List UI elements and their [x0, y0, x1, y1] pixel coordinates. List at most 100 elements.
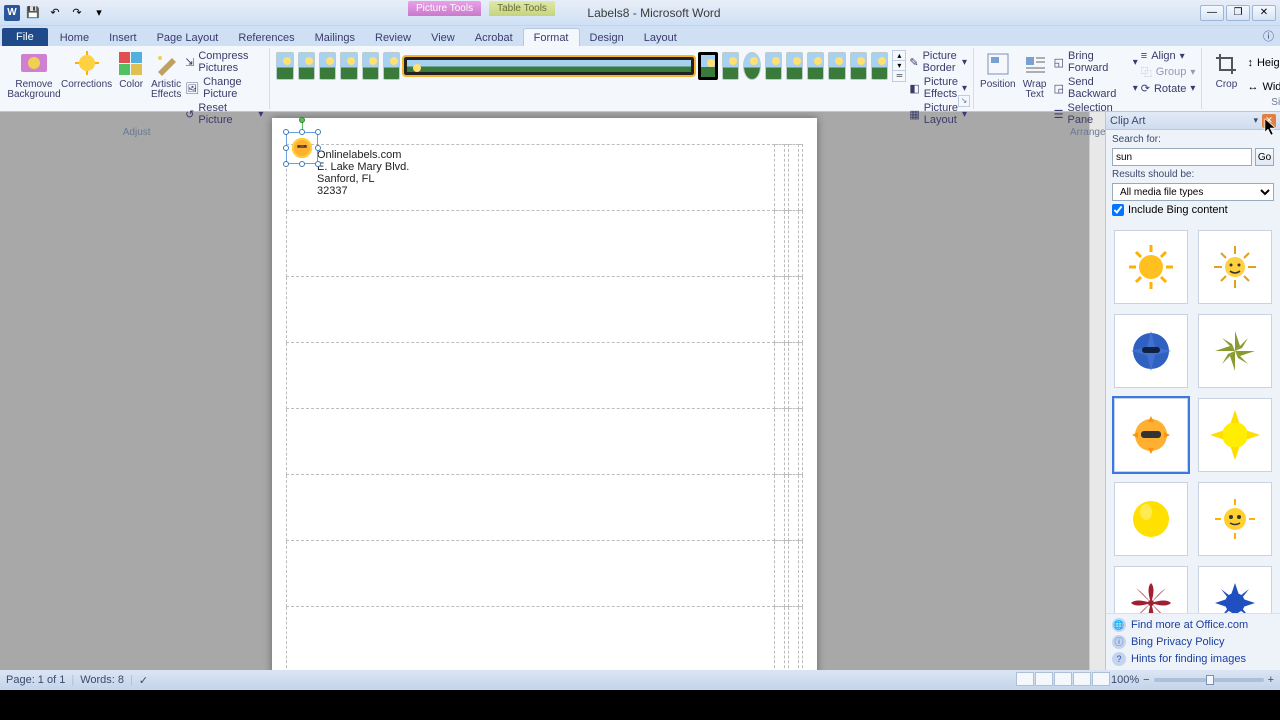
tab-references[interactable]: References — [228, 29, 304, 46]
resize-handle-br[interactable] — [315, 161, 321, 167]
picture-style-12[interactable] — [786, 52, 803, 80]
clipart-result-8[interactable] — [1198, 482, 1272, 556]
clipart-result-9[interactable] — [1114, 566, 1188, 613]
clipart-result-3[interactable] — [1114, 314, 1188, 388]
document-area[interactable]: Onlinelabels.com E. Lake Mary Blvd. Sanf… — [0, 112, 1089, 670]
resize-handle-mr[interactable] — [315, 145, 321, 151]
zoom-out-button[interactable]: − — [1143, 674, 1149, 686]
picture-style-4[interactable] — [340, 52, 357, 80]
color-button[interactable]: Color — [115, 50, 147, 90]
picture-style-16[interactable] — [871, 52, 888, 80]
picture-style-14[interactable] — [828, 52, 845, 80]
picture-style-6[interactable] — [383, 52, 400, 80]
group-button[interactable]: ⿻Group▾ — [1141, 64, 1196, 80]
corrections-button[interactable]: Corrections — [61, 50, 112, 90]
selected-clipart[interactable] — [289, 135, 315, 161]
document-scrollbar[interactable] — [1089, 112, 1105, 670]
status-page[interactable]: Page: 1 of 1 — [6, 674, 65, 686]
zoom-level[interactable]: 100% — [1111, 674, 1139, 686]
crop-button[interactable]: Crop — [1208, 50, 1244, 90]
align-button[interactable]: ≡Align▾ — [1141, 50, 1196, 62]
picture-style-3[interactable] — [319, 52, 336, 80]
artistic-effects-button[interactable]: Artistic Effects — [150, 50, 182, 100]
label-cell-1[interactable]: Onlinelabels.com E. Lake Mary Blvd. Sanf… — [287, 145, 774, 201]
hints-link[interactable]: ?Hints for finding images — [1112, 652, 1274, 666]
change-picture-button[interactable]: 🖼Change Picture — [185, 76, 263, 100]
tab-review[interactable]: Review — [365, 29, 421, 46]
picture-style-15[interactable] — [850, 52, 867, 80]
clipart-result-1[interactable] — [1114, 230, 1188, 304]
tab-home[interactable]: Home — [50, 29, 99, 46]
view-fullscreen[interactable] — [1035, 672, 1053, 686]
tab-file[interactable]: File — [2, 28, 48, 46]
clipart-result-10[interactable] — [1198, 566, 1272, 613]
picture-styles-launcher[interactable]: ↘ — [958, 95, 970, 107]
gallery-scroll-up[interactable]: ▴ — [893, 51, 905, 61]
resize-handle-bl[interactable] — [283, 161, 289, 167]
wrap-text-button[interactable]: Wrap Text — [1019, 50, 1051, 100]
tab-format[interactable]: Format — [523, 28, 580, 46]
clipart-result-4[interactable] — [1198, 314, 1272, 388]
bring-forward-button[interactable]: ◱Bring Forward▾ — [1054, 50, 1138, 74]
results-type-select[interactable]: All media file types — [1112, 183, 1274, 201]
status-proof[interactable]: ✓ — [139, 674, 148, 687]
zoom-slider[interactable] — [1154, 678, 1264, 682]
tab-page-layout[interactable]: Page Layout — [147, 29, 229, 46]
close-button[interactable]: ✕ — [1252, 5, 1276, 21]
find-more-link[interactable]: 🌐Find more at Office.com — [1112, 618, 1274, 632]
restore-button[interactable]: ❐ — [1226, 5, 1250, 21]
position-button[interactable]: Position — [980, 50, 1016, 90]
view-draft[interactable] — [1092, 672, 1110, 686]
tab-layout[interactable]: Layout — [634, 29, 687, 46]
qat-customize[interactable]: ▾ — [90, 4, 108, 22]
document-page[interactable]: Onlinelabels.com E. Lake Mary Blvd. Sanf… — [272, 118, 817, 670]
view-print-layout[interactable] — [1016, 672, 1034, 686]
picture-styles-gallery[interactable]: ▴ ▾ ═ — [276, 50, 906, 82]
resize-handle-ml[interactable] — [283, 145, 289, 151]
picture-style-5[interactable] — [362, 52, 379, 80]
include-bing-checkbox[interactable] — [1112, 204, 1124, 216]
picture-style-2[interactable] — [298, 52, 315, 80]
clipart-result-7[interactable] — [1114, 482, 1188, 556]
tab-acrobat[interactable]: Acrobat — [465, 29, 523, 46]
gallery-more[interactable]: ═ — [893, 71, 905, 81]
tab-mailings[interactable]: Mailings — [305, 29, 365, 46]
clipart-result-6[interactable] — [1198, 398, 1272, 472]
picture-style-10[interactable] — [743, 52, 760, 80]
clipart-search-input[interactable] — [1112, 148, 1252, 166]
rotate-handle[interactable] — [299, 117, 305, 123]
zoom-in-button[interactable]: + — [1268, 674, 1274, 686]
picture-style-13[interactable] — [807, 52, 824, 80]
clipart-result-2[interactable] — [1198, 230, 1272, 304]
picture-style-8[interactable] — [698, 52, 718, 80]
tab-design[interactable]: Design — [580, 29, 634, 46]
clipart-results[interactable] — [1108, 224, 1278, 613]
minimize-button[interactable]: — — [1200, 5, 1224, 21]
privacy-link[interactable]: ⓘBing Privacy Policy — [1112, 635, 1274, 649]
tab-insert[interactable]: Insert — [99, 29, 147, 46]
picture-style-7[interactable] — [404, 57, 694, 75]
view-web[interactable] — [1054, 672, 1072, 686]
resize-handle-tr[interactable] — [315, 129, 321, 135]
picture-style-11[interactable] — [765, 52, 782, 80]
rotate-button[interactable]: ⟳Rotate▾ — [1141, 82, 1196, 95]
picture-style-1[interactable] — [276, 52, 293, 80]
gallery-scroll-down[interactable]: ▾ — [893, 61, 905, 71]
pane-menu[interactable]: ▾ — [1253, 115, 1258, 126]
status-words[interactable]: Words: 8 — [80, 674, 124, 686]
resize-handle-tc[interactable] — [299, 129, 305, 135]
remove-background-button[interactable]: Remove Background — [10, 50, 58, 100]
redo-button[interactable]: ↷ — [68, 4, 86, 22]
resize-handle-tl[interactable] — [283, 129, 289, 135]
send-backward-button[interactable]: ◲Send Backward▾ — [1054, 76, 1138, 100]
picture-style-9[interactable] — [722, 52, 739, 80]
tab-view[interactable]: View — [421, 29, 465, 46]
undo-button[interactable]: ↶ — [46, 4, 64, 22]
view-outline[interactable] — [1073, 672, 1091, 686]
picture-border-button[interactable]: ✎Picture Border▾ — [909, 50, 967, 74]
save-button[interactable]: 💾 — [24, 4, 42, 22]
help-button[interactable]: ⓘ — [1257, 26, 1280, 46]
compress-pictures-button[interactable]: ⇲Compress Pictures — [185, 50, 263, 74]
clipart-go-button[interactable]: Go — [1255, 148, 1274, 166]
clipart-result-5[interactable] — [1114, 398, 1188, 472]
